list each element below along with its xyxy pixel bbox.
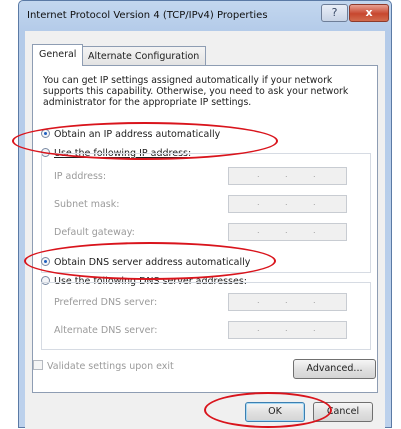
subnet-mask-label: Subnet mask: bbox=[54, 199, 120, 210]
preferred-dns-label: Preferred DNS server: bbox=[54, 297, 158, 308]
tab-alternate-configuration[interactable]: Alternate Configuration bbox=[81, 46, 207, 66]
ip-address-group: IP address: ... Subnet mask: ... Default… bbox=[41, 153, 371, 273]
default-gateway-label: Default gateway: bbox=[54, 227, 135, 238]
window-title: Internet Protocol Version 4 (TCP/IPv4) P… bbox=[27, 10, 268, 21]
ip-address-label: IP address: bbox=[54, 171, 107, 182]
help-button[interactable]: ? bbox=[321, 4, 348, 22]
radio-selected-icon bbox=[41, 257, 50, 266]
ok-button[interactable]: OK bbox=[245, 402, 305, 422]
validate-settings-label: Validate settings upon exit bbox=[47, 361, 174, 372]
validate-settings-checkbox[interactable]: Validate settings upon exit bbox=[33, 360, 174, 372]
ip-address-field: ... bbox=[228, 167, 347, 185]
default-gateway-field: ... bbox=[228, 223, 347, 241]
checkbox-icon bbox=[33, 360, 43, 370]
general-tab-panel: You can get IP settings assigned automat… bbox=[32, 65, 378, 393]
alternate-dns-label: Alternate DNS server: bbox=[54, 325, 158, 336]
radio-obtain-dns-auto-label: Obtain DNS server address automatically bbox=[54, 257, 251, 268]
advanced-button[interactable]: Advanced... bbox=[293, 359, 376, 379]
radio-obtain-dns-auto[interactable]: Obtain DNS server address automatically bbox=[41, 257, 250, 268]
radio-selected-icon bbox=[41, 129, 50, 138]
radio-obtain-ip-auto[interactable]: Obtain an IP address automatically bbox=[41, 129, 220, 140]
dns-server-group: Preferred DNS server: ... Alternate DNS … bbox=[41, 282, 371, 350]
tab-general[interactable]: General bbox=[32, 44, 84, 66]
alternate-dns-field: ... bbox=[228, 321, 347, 339]
close-button[interactable]: x bbox=[349, 4, 389, 22]
cancel-button[interactable]: Cancel bbox=[313, 402, 373, 422]
preferred-dns-field: ... bbox=[228, 293, 347, 311]
radio-obtain-ip-auto-label: Obtain an IP address automatically bbox=[54, 129, 221, 140]
title-bar: Internet Protocol Version 4 (TCP/IPv4) P… bbox=[19, 1, 391, 31]
info-text: You can get IP settings assigned automat… bbox=[43, 75, 349, 108]
subnet-mask-field: ... bbox=[228, 195, 347, 213]
